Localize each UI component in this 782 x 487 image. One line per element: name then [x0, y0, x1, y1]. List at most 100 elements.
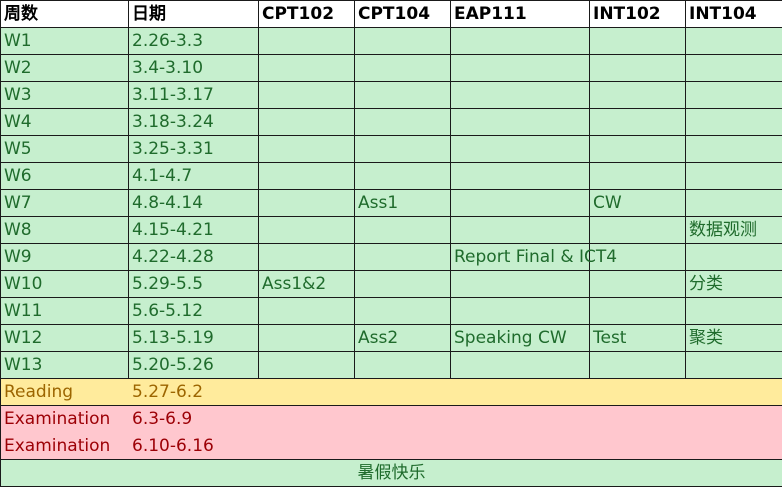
dates-cell[interactable]: 3.11-3.17 — [129, 82, 259, 109]
week-cell[interactable]: W1 — [1, 28, 129, 55]
eap111-cell[interactable] — [451, 352, 590, 379]
dates-cell[interactable]: 4.8-4.14 — [129, 190, 259, 217]
int102-cell[interactable] — [590, 298, 686, 325]
cpt102-cell[interactable]: Ass1&2 — [259, 271, 355, 298]
int104-cell[interactable] — [686, 109, 782, 136]
cpt104-cell[interactable] — [355, 298, 451, 325]
int102-cell[interactable] — [590, 28, 686, 55]
week-cell[interactable]: W8 — [1, 217, 129, 244]
cpt102-cell[interactable] — [259, 109, 355, 136]
header-cell-int102[interactable]: INT102 — [590, 1, 686, 28]
int104-cell[interactable] — [686, 244, 782, 271]
eap111-cell[interactable] — [451, 109, 590, 136]
cpt102-cell[interactable] — [259, 217, 355, 244]
cpt104-cell[interactable] — [355, 244, 451, 271]
reading-dates-cell[interactable]: 5.27-6.2 — [129, 379, 259, 406]
int104-cell[interactable] — [686, 136, 782, 163]
cpt102-cell[interactable] — [259, 82, 355, 109]
empty-cell[interactable] — [590, 379, 686, 406]
reading-label-cell[interactable]: Reading — [1, 379, 129, 406]
cpt104-cell[interactable] — [355, 217, 451, 244]
empty-cell[interactable] — [686, 379, 782, 406]
week-cell[interactable]: W10 — [1, 271, 129, 298]
dates-cell[interactable]: 2.26-3.3 — [129, 28, 259, 55]
eap111-cell[interactable] — [451, 217, 590, 244]
int102-cell[interactable] — [590, 163, 686, 190]
int102-cell[interactable] — [590, 109, 686, 136]
empty-cell[interactable] — [355, 406, 451, 433]
dates-cell[interactable]: 5.6-5.12 — [129, 298, 259, 325]
cpt102-cell[interactable] — [259, 325, 355, 352]
week-cell[interactable]: W2 — [1, 55, 129, 82]
int104-cell[interactable] — [686, 190, 782, 217]
int102-cell[interactable] — [590, 136, 686, 163]
dates-cell[interactable]: 3.18-3.24 — [129, 109, 259, 136]
dates-cell[interactable]: 3.25-3.31 — [129, 136, 259, 163]
eap111-cell[interactable] — [451, 82, 590, 109]
int104-cell[interactable]: 分类 — [686, 271, 782, 298]
exam-label-cell[interactable]: Examination — [1, 433, 129, 460]
int102-cell[interactable]: Test — [590, 325, 686, 352]
exam-dates-cell[interactable]: 6.3-6.9 — [129, 406, 259, 433]
exam-label-cell[interactable]: Examination — [1, 406, 129, 433]
dates-cell[interactable]: 4.22-4.28 — [129, 244, 259, 271]
header-cell-eap111[interactable]: EAP111 — [451, 1, 590, 28]
cpt102-cell[interactable] — [259, 163, 355, 190]
header-cell-dates[interactable]: 日期 — [129, 1, 259, 28]
int102-cell[interactable] — [590, 55, 686, 82]
summer-break-cell[interactable]: 暑假快乐 — [1, 460, 782, 487]
cpt102-cell[interactable] — [259, 298, 355, 325]
week-cell[interactable]: W9 — [1, 244, 129, 271]
dates-cell[interactable]: 3.4-3.10 — [129, 55, 259, 82]
int104-cell[interactable]: 数据观测 — [686, 217, 782, 244]
int102-cell[interactable] — [590, 352, 686, 379]
eap111-cell[interactable] — [451, 136, 590, 163]
week-cell[interactable]: W4 — [1, 109, 129, 136]
dates-cell[interactable]: 4.1-4.7 — [129, 163, 259, 190]
header-cell-week[interactable]: 周数 — [1, 1, 129, 28]
empty-cell[interactable] — [686, 433, 782, 460]
header-cell-cpt104[interactable]: CPT104 — [355, 1, 451, 28]
dates-cell[interactable]: 5.20-5.26 — [129, 352, 259, 379]
int104-cell[interactable] — [686, 163, 782, 190]
cpt104-cell[interactable] — [355, 109, 451, 136]
week-cell[interactable]: W12 — [1, 325, 129, 352]
cpt104-cell[interactable] — [355, 82, 451, 109]
cpt102-cell[interactable] — [259, 244, 355, 271]
eap111-cell[interactable] — [451, 298, 590, 325]
empty-cell[interactable] — [355, 379, 451, 406]
week-cell[interactable]: W5 — [1, 136, 129, 163]
empty-cell[interactable] — [259, 406, 355, 433]
week-cell[interactable]: W3 — [1, 82, 129, 109]
empty-cell[interactable] — [355, 433, 451, 460]
cpt104-cell[interactable]: Ass2 — [355, 325, 451, 352]
empty-cell[interactable] — [451, 406, 590, 433]
week-cell[interactable]: W7 — [1, 190, 129, 217]
int102-cell[interactable] — [590, 271, 686, 298]
cpt104-cell[interactable] — [355, 271, 451, 298]
cpt102-cell[interactable] — [259, 28, 355, 55]
cpt104-cell[interactable] — [355, 28, 451, 55]
eap111-cell[interactable] — [451, 28, 590, 55]
exam-dates-cell[interactable]: 6.10-6.16 — [129, 433, 259, 460]
int104-cell[interactable] — [686, 352, 782, 379]
int104-cell[interactable] — [686, 82, 782, 109]
empty-cell[interactable] — [451, 379, 590, 406]
empty-cell[interactable] — [451, 433, 590, 460]
header-cell-cpt102[interactable]: CPT102 — [259, 1, 355, 28]
cpt104-cell[interactable]: Ass1 — [355, 190, 451, 217]
header-cell-int104[interactable]: INT104 — [686, 1, 782, 28]
empty-cell[interactable] — [590, 406, 686, 433]
eap111-cell[interactable] — [451, 190, 590, 217]
eap111-cell[interactable] — [451, 271, 590, 298]
dates-cell[interactable]: 5.13-5.19 — [129, 325, 259, 352]
int104-cell[interactable]: 聚类 — [686, 325, 782, 352]
int104-cell[interactable] — [686, 298, 782, 325]
eap111-cell[interactable]: Speaking CW — [451, 325, 590, 352]
int102-cell[interactable]: CW — [590, 190, 686, 217]
dates-cell[interactable]: 5.29-5.5 — [129, 271, 259, 298]
eap111-cell[interactable] — [451, 55, 590, 82]
empty-cell[interactable] — [590, 433, 686, 460]
eap111-cell[interactable]: Report Final & ICT4 — [451, 244, 590, 271]
dates-cell[interactable]: 4.15-4.21 — [129, 217, 259, 244]
